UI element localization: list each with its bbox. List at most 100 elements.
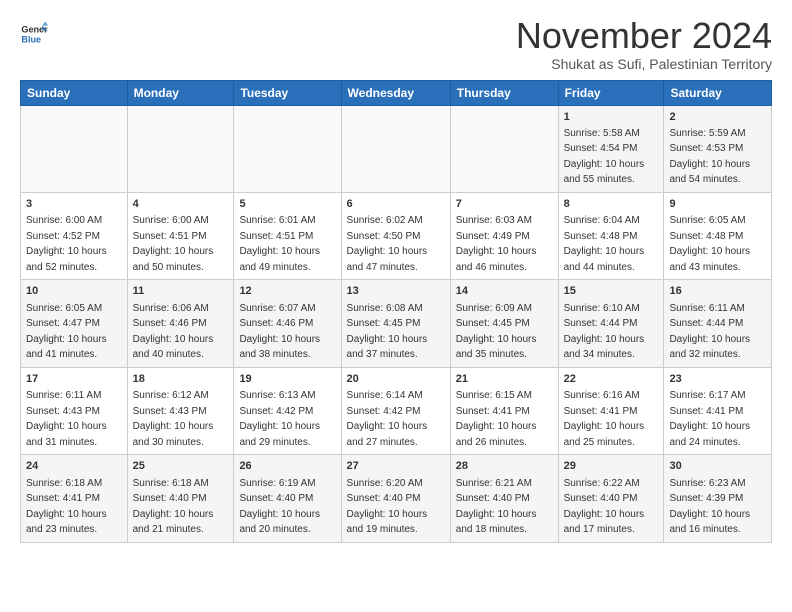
day-info: Sunrise: 6:03 AM Sunset: 4:49 PM Dayligh… — [456, 215, 537, 273]
svg-text:Blue: Blue — [21, 34, 41, 44]
day-number: 7 — [456, 197, 553, 212]
calendar-cell: 12 Sunrise: 6:07 AM Sunset: 4:46 PM Dayli… — [234, 280, 341, 367]
day-number: 17 — [26, 372, 122, 387]
day-number: 2 — [669, 110, 766, 125]
calendar-cell — [341, 105, 450, 192]
day-number: 11 — [133, 284, 229, 299]
day-number: 22 — [564, 372, 659, 387]
calendar-cell — [234, 105, 341, 192]
day-info: Sunrise: 6:16 AM Sunset: 4:41 PM Dayligh… — [564, 390, 645, 448]
calendar-cell: 27 Sunrise: 6:20 AM Sunset: 4:40 PM Dayli… — [341, 455, 450, 542]
day-number: 16 — [669, 284, 766, 299]
col-header-sunday: Sunday — [21, 80, 128, 105]
day-number: 1 — [564, 110, 659, 125]
day-info: Sunrise: 6:07 AM Sunset: 4:46 PM Dayligh… — [239, 303, 320, 361]
day-number: 29 — [564, 459, 659, 474]
day-number: 13 — [347, 284, 445, 299]
calendar-cell: 18Sunrise: 6:12 AM Sunset: 4:43 PM Dayli… — [127, 367, 234, 454]
calendar-cell: 7 Sunrise: 6:03 AM Sunset: 4:49 PM Daylig… — [450, 192, 558, 279]
calendar-cell — [127, 105, 234, 192]
day-number: 6 — [347, 197, 445, 212]
calendar-cell: 9 Sunrise: 6:05 AM Sunset: 4:48 PM Daylig… — [664, 192, 772, 279]
calendar-week-3: 17 Sunrise: 6:11 AM Sunset: 4:43 PM Dayli… — [21, 367, 772, 454]
day-info: Sunrise: 6:04 AM Sunset: 4:48 PM Dayligh… — [564, 215, 645, 273]
calendar-cell: 11 Sunrise: 6:06 AM Sunset: 4:46 PM Dayli… — [127, 280, 234, 367]
day-info: Sunrise: 6:22 AM Sunset: 4:40 PM Dayligh… — [564, 478, 645, 536]
calendar-cell: 19 Sunrise: 6:13 AM Sunset: 4:42 PM Dayli… — [234, 367, 341, 454]
col-header-friday: Friday — [558, 80, 664, 105]
col-header-saturday: Saturday — [664, 80, 772, 105]
day-info: Sunrise: 6:05 AM Sunset: 4:48 PM Dayligh… — [669, 215, 750, 273]
day-info: Sunrise: 6:05 AM Sunset: 4:47 PM Dayligh… — [26, 303, 107, 361]
day-info: Sunrise: 6:23 AM Sunset: 4:39 PM Dayligh… — [669, 478, 750, 536]
page-container: General Blue November 2024 Shukat as Suf… — [0, 0, 792, 553]
day-info: Sunrise: 6:10 AM Sunset: 4:44 PM Dayligh… — [564, 303, 645, 361]
calendar-cell: 28 Sunrise: 6:21 AM Sunset: 4:40 PM Dayli… — [450, 455, 558, 542]
day-info: Sunrise: 6:11 AM Sunset: 4:43 PM Dayligh… — [26, 390, 107, 448]
day-number: 8 — [564, 197, 659, 212]
col-header-tuesday: Tuesday — [234, 80, 341, 105]
day-info: Sunrise: 6:21 AM Sunset: 4:40 PM Dayligh… — [456, 478, 537, 536]
calendar-cell: 25Sunrise: 6:18 AM Sunset: 4:40 PM Dayli… — [127, 455, 234, 542]
day-info: Sunrise: 6:14 AM Sunset: 4:42 PM Dayligh… — [347, 390, 428, 448]
calendar-cell: 24Sunrise: 6:18 AM Sunset: 4:41 PM Dayli… — [21, 455, 128, 542]
title-area: November 2024 Shukat as Sufi, Palestinia… — [516, 16, 772, 72]
day-info: Sunrise: 6:02 AM Sunset: 4:50 PM Dayligh… — [347, 215, 428, 273]
calendar-cell: 20 Sunrise: 6:14 AM Sunset: 4:42 PM Dayli… — [341, 367, 450, 454]
day-info: Sunrise: 6:00 AM Sunset: 4:51 PM Dayligh… — [133, 215, 214, 273]
day-number: 4 — [133, 197, 229, 212]
day-info: Sunrise: 6:13 AM Sunset: 4:42 PM Dayligh… — [239, 390, 320, 448]
calendar-week-0: 1Sunrise: 5:58 AM Sunset: 4:54 PM Daylig… — [21, 105, 772, 192]
header: General Blue November 2024 Shukat as Suf… — [20, 16, 772, 72]
day-info: Sunrise: 6:19 AM Sunset: 4:40 PM Dayligh… — [239, 478, 320, 536]
day-info: Sunrise: 6:11 AM Sunset: 4:44 PM Dayligh… — [669, 303, 750, 361]
calendar-cell: 30 Sunrise: 6:23 AM Sunset: 4:39 PM Dayli… — [664, 455, 772, 542]
calendar-cell: 14 Sunrise: 6:09 AM Sunset: 4:45 PM Dayli… — [450, 280, 558, 367]
logo-icon: General Blue — [20, 20, 48, 48]
calendar-cell: 26 Sunrise: 6:19 AM Sunset: 4:40 PM Dayli… — [234, 455, 341, 542]
day-info: Sunrise: 6:09 AM Sunset: 4:45 PM Dayligh… — [456, 303, 537, 361]
calendar-header-row: SundayMondayTuesdayWednesdayThursdayFrid… — [21, 80, 772, 105]
day-number: 19 — [239, 372, 335, 387]
calendar-cell: 16 Sunrise: 6:11 AM Sunset: 4:44 PM Dayli… — [664, 280, 772, 367]
day-info: Sunrise: 6:06 AM Sunset: 4:46 PM Dayligh… — [133, 303, 214, 361]
logo: General Blue — [20, 20, 52, 48]
calendar-cell: 2 Sunrise: 5:59 AM Sunset: 4:53 PM Daylig… — [664, 105, 772, 192]
calendar-table: SundayMondayTuesdayWednesdayThursdayFrid… — [20, 80, 772, 543]
calendar-cell: 10Sunrise: 6:05 AM Sunset: 4:47 PM Dayli… — [21, 280, 128, 367]
day-info: Sunrise: 6:12 AM Sunset: 4:43 PM Dayligh… — [133, 390, 214, 448]
calendar-cell: 8 Sunrise: 6:04 AM Sunset: 4:48 PM Daylig… — [558, 192, 664, 279]
calendar-cell: 15 Sunrise: 6:10 AM Sunset: 4:44 PM Dayli… — [558, 280, 664, 367]
calendar-cell: 5Sunrise: 6:01 AM Sunset: 4:51 PM Daylig… — [234, 192, 341, 279]
calendar-cell: 1Sunrise: 5:58 AM Sunset: 4:54 PM Daylig… — [558, 105, 664, 192]
day-number: 12 — [239, 284, 335, 299]
day-number: 9 — [669, 197, 766, 212]
calendar-cell: 17 Sunrise: 6:11 AM Sunset: 4:43 PM Dayli… — [21, 367, 128, 454]
day-number: 28 — [456, 459, 553, 474]
day-number: 20 — [347, 372, 445, 387]
day-info: Sunrise: 6:17 AM Sunset: 4:41 PM Dayligh… — [669, 390, 750, 448]
calendar-cell: 22 Sunrise: 6:16 AM Sunset: 4:41 PM Dayli… — [558, 367, 664, 454]
day-info: Sunrise: 6:20 AM Sunset: 4:40 PM Dayligh… — [347, 478, 428, 536]
col-header-monday: Monday — [127, 80, 234, 105]
col-header-wednesday: Wednesday — [341, 80, 450, 105]
calendar-week-4: 24Sunrise: 6:18 AM Sunset: 4:41 PM Dayli… — [21, 455, 772, 542]
calendar-cell: 3Sunrise: 6:00 AM Sunset: 4:52 PM Daylig… — [21, 192, 128, 279]
month-title: November 2024 — [516, 16, 772, 56]
calendar-week-2: 10Sunrise: 6:05 AM Sunset: 4:47 PM Dayli… — [21, 280, 772, 367]
day-number: 15 — [564, 284, 659, 299]
calendar-week-1: 3Sunrise: 6:00 AM Sunset: 4:52 PM Daylig… — [21, 192, 772, 279]
day-info: Sunrise: 6:15 AM Sunset: 4:41 PM Dayligh… — [456, 390, 537, 448]
day-number: 30 — [669, 459, 766, 474]
day-info: Sunrise: 6:18 AM Sunset: 4:40 PM Dayligh… — [133, 478, 214, 536]
day-number: 27 — [347, 459, 445, 474]
day-number: 26 — [239, 459, 335, 474]
calendar-cell: 4 Sunrise: 6:00 AM Sunset: 4:51 PM Daylig… — [127, 192, 234, 279]
day-info: Sunrise: 5:59 AM Sunset: 4:53 PM Dayligh… — [669, 128, 750, 186]
day-info: Sunrise: 6:00 AM Sunset: 4:52 PM Dayligh… — [26, 215, 107, 273]
day-number: 14 — [456, 284, 553, 299]
calendar-cell: 13Sunrise: 6:08 AM Sunset: 4:45 PM Dayli… — [341, 280, 450, 367]
calendar-cell: 29 Sunrise: 6:22 AM Sunset: 4:40 PM Dayli… — [558, 455, 664, 542]
day-number: 21 — [456, 372, 553, 387]
day-info: Sunrise: 6:18 AM Sunset: 4:41 PM Dayligh… — [26, 478, 107, 536]
